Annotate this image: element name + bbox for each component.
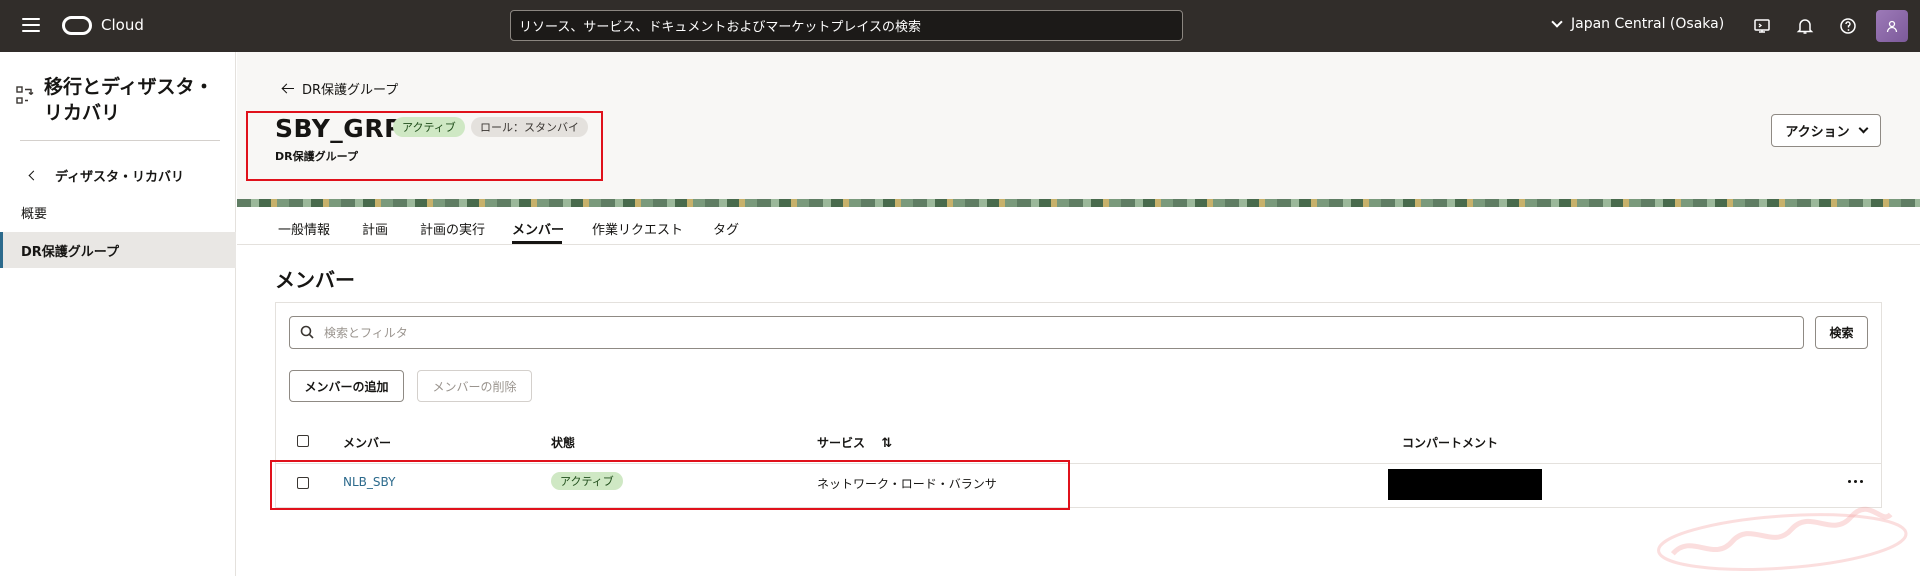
region-selector[interactable]: Japan Central (Osaka) <box>1551 16 1725 32</box>
highlight-box-title <box>246 111 603 181</box>
brand-name[interactable]: Cloud <box>101 16 144 34</box>
row-actions-menu-icon[interactable] <box>1848 480 1863 483</box>
cloud-shell-icon[interactable] <box>1753 17 1771 35</box>
global-search-input[interactable]: リソース、サービス、ドキュメントおよびマーケットプレイスの検索 <box>510 10 1183 41</box>
search-icon <box>300 325 314 339</box>
column-header-member: メンバー <box>343 436 392 450</box>
sidebar-back-link[interactable]: ディザスタ・リカバリ <box>28 166 184 185</box>
column-header-compartment: コンパートメント <box>1402 436 1499 450</box>
arrow-left-icon <box>282 84 294 94</box>
user-avatar-icon[interactable] <box>1876 10 1908 42</box>
tab-tags[interactable]: タグ <box>713 219 739 238</box>
actions-button[interactable]: アクション <box>1771 114 1881 147</box>
migration-dr-icon <box>16 86 34 104</box>
active-tab-indicator <box>512 241 562 244</box>
sidebar-back-label: ディザスタ・リカバリ <box>55 170 184 185</box>
tab-members[interactable]: メンバー <box>512 219 564 238</box>
chevron-left-icon <box>28 170 39 181</box>
sort-icon[interactable]: ⇅ <box>881 436 892 451</box>
bell-icon[interactable] <box>1796 17 1814 35</box>
oracle-logo-icon[interactable] <box>62 16 92 35</box>
sidebar-item-dr-protection-groups[interactable]: DR保護グループ <box>0 232 236 268</box>
tab-plans[interactable]: 計画 <box>362 219 388 238</box>
sidebar-item-overview[interactable]: 概要 <box>0 194 236 230</box>
tab-general-info[interactable]: 一般情報 <box>278 219 330 238</box>
hamburger-menu-icon[interactable] <box>22 18 40 32</box>
back-link-label: DR保護グループ <box>302 83 399 98</box>
region-label: Japan Central (Osaka) <box>1571 16 1725 32</box>
search-filter-input[interactable]: 検索とフィルタ <box>289 316 1804 349</box>
column-header-status: 状態 <box>551 436 576 450</box>
search-button[interactable]: 検索 <box>1815 316 1868 349</box>
top-navigation-bar: Cloud リソース、サービス、ドキュメントおよびマーケットプレイスの検索 Ja… <box>0 0 1920 52</box>
add-member-button[interactable]: メンバーの追加 <box>289 370 404 402</box>
redacted-compartment <box>1388 469 1542 500</box>
sidebar-divider <box>20 140 220 141</box>
tab-work-requests[interactable]: 作業リクエスト <box>592 219 683 238</box>
members-section-title: メンバー <box>275 268 355 292</box>
search-filter-placeholder: 検索とフィルタ <box>324 326 408 340</box>
sidebar-title: 移行とディザスタ・リカバリ <box>44 76 214 124</box>
back-to-dr-groups-link[interactable]: DR保護グループ <box>282 79 398 98</box>
select-all-checkbox[interactable] <box>297 435 309 447</box>
tab-plan-executions[interactable]: 計画の実行 <box>420 219 485 238</box>
actions-button-label: アクション <box>1785 125 1850 140</box>
chevron-down-icon <box>1551 16 1563 28</box>
column-header-service-label: サービス <box>817 436 866 450</box>
column-header-service[interactable]: サービス ⇅ <box>817 434 892 451</box>
decorative-banner-pattern <box>237 199 1920 207</box>
highlight-box-member-row <box>270 460 1070 510</box>
delete-member-button: メンバーの削除 <box>417 370 532 402</box>
help-icon[interactable] <box>1839 17 1857 35</box>
sidebar <box>0 52 236 576</box>
tab-bar: 一般情報 計画 計画の実行 メンバー 作業リクエスト タグ <box>237 207 1920 245</box>
chevron-down-icon <box>1858 123 1869 134</box>
